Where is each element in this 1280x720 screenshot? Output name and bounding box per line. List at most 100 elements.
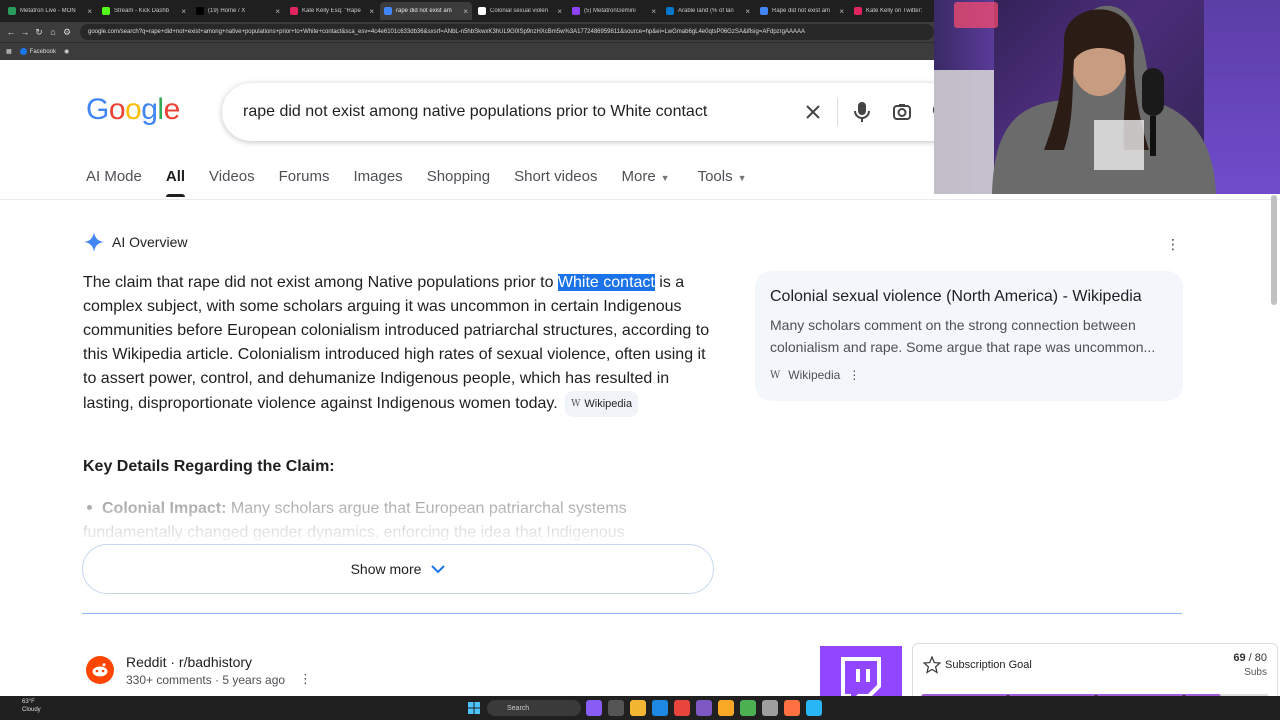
tab-close-icon[interactable]: × xyxy=(275,7,280,16)
taskbar-app-icon[interactable] xyxy=(696,700,712,716)
source-card-title[interactable]: Colonial sexual violence (North America)… xyxy=(770,288,1168,306)
tab-title: Arable land (% of lan xyxy=(678,8,734,14)
taskbar-app-icon[interactable] xyxy=(806,700,822,716)
tab-short-videos[interactable]: Short videos xyxy=(514,168,597,197)
more-options-icon[interactable]: ⋮ xyxy=(848,368,860,382)
forward-icon[interactable]: → xyxy=(18,27,32,37)
search-input[interactable]: rape did not exist among native populati… xyxy=(243,103,793,121)
goal-current: 69 xyxy=(1233,652,1246,664)
tab-favicon-icon xyxy=(572,7,580,15)
tab-images[interactable]: Images xyxy=(353,168,402,197)
reddit-icon xyxy=(86,656,114,684)
tab-all[interactable]: All xyxy=(165,168,186,197)
bookmark-facebook[interactable]: Facebook xyxy=(19,48,56,55)
screen: Metatron Live - MON × Stream - Kick Dashb ×… xyxy=(0,0,1280,720)
logo-letter: o xyxy=(125,93,142,126)
search-box[interactable]: rape did not exist among native populati… xyxy=(222,83,962,141)
source-chip[interactable]: W Wikipedia xyxy=(565,391,639,417)
result-source-name[interactable]: Reddit · r/badhistory xyxy=(126,654,252,670)
tab-close-icon[interactable]: × xyxy=(87,7,92,16)
tab-tools[interactable]: Tools ▼ xyxy=(698,168,747,197)
tab-favicon-icon xyxy=(196,7,204,15)
bullet-marker xyxy=(87,505,92,510)
browser-tab[interactable]: rape did not exist am × xyxy=(380,2,472,20)
tab-forums[interactable]: Forums xyxy=(279,168,330,197)
key-details-heading: Key Details Regarding the Claim: xyxy=(83,458,335,475)
tab-ai-mode[interactable]: AI Mode xyxy=(86,168,142,197)
taskbar-app-icon[interactable] xyxy=(762,700,778,716)
browser-tab[interactable]: Colonial sexual violen × xyxy=(474,2,566,20)
weather-widget[interactable]: 63°F Cloudy xyxy=(22,698,41,714)
header-divider xyxy=(0,199,1280,200)
tab-close-icon[interactable]: × xyxy=(181,7,186,16)
page-scrollbar[interactable] xyxy=(1271,195,1277,305)
ai-overview-text-start: The claim that rape did not exist among … xyxy=(83,274,558,291)
logo-letter: G xyxy=(86,93,109,126)
google-logo[interactable]: Google xyxy=(86,93,180,127)
caret-down-icon: ▼ xyxy=(737,173,747,183)
browser-tab[interactable]: (5) MetatronGemini × xyxy=(568,2,660,20)
bullet-label: Colonial Impact: xyxy=(102,500,227,517)
facebook-icon xyxy=(19,48,27,55)
tab-close-icon[interactable]: × xyxy=(463,7,468,16)
taskbar-app-icon[interactable] xyxy=(674,700,690,716)
browser-tab[interactable]: Arable land (% of lan × xyxy=(662,2,754,20)
browser-tab[interactable]: Kate Kelly Esq: "Rape × xyxy=(286,2,378,20)
tab-videos[interactable]: Videos xyxy=(209,168,255,197)
show-more-label: Show more xyxy=(350,561,422,577)
browser-tab[interactable]: Stream - Kick Dashb × xyxy=(98,2,190,20)
url-field[interactable]: google.com/search?q=rape+did+not+exist+a… xyxy=(80,24,934,40)
ai-overview-header: AI Overview xyxy=(84,232,187,252)
tab-favicon-icon xyxy=(666,7,674,15)
lens-icon[interactable] xyxy=(882,102,922,122)
source-card[interactable]: Colonial sexual violence (North America)… xyxy=(755,271,1183,401)
microphone-icon[interactable] xyxy=(842,101,882,123)
logo-letter: g xyxy=(141,93,158,126)
browser-tab[interactable]: Kate Kelly on Twitter:× xyxy=(850,2,934,20)
star-badge-icon xyxy=(923,656,941,674)
tab-close-icon[interactable]: × xyxy=(839,7,844,16)
windows-taskbar: 63°F Cloudy Search xyxy=(0,696,1280,720)
show-more-button[interactable]: Show more xyxy=(82,544,714,594)
tab-close-icon[interactable]: × xyxy=(651,7,656,16)
taskbar-app-icon[interactable] xyxy=(586,700,602,716)
tab-close-icon[interactable]: × xyxy=(745,7,750,16)
weather-temp: 63°F xyxy=(22,699,35,705)
tab-title: Colonial sexual violen xyxy=(490,8,549,14)
more-options-icon[interactable]: ⋮ xyxy=(299,671,312,687)
windows-start-icon[interactable] xyxy=(468,702,480,714)
taskbar-app-icon[interactable] xyxy=(608,700,624,716)
taskbar-app-icon[interactable] xyxy=(740,700,756,716)
tab-more[interactable]: More ▼ xyxy=(621,168,669,197)
goal-title: Subscription Goal xyxy=(945,659,1032,671)
taskbar-app-icon[interactable] xyxy=(630,700,646,716)
goal-target: / 80 xyxy=(1248,652,1267,664)
taskbar-app-icon[interactable] xyxy=(784,700,800,716)
browser-tab[interactable]: Rape did not exist am × xyxy=(756,2,848,20)
tab-favicon-icon xyxy=(290,7,298,15)
taskbar-app-icon[interactable] xyxy=(718,700,734,716)
site-info-icon[interactable]: ⚙ xyxy=(60,27,74,38)
source-chip-label: Wikipedia xyxy=(584,398,633,410)
tab-favicon-icon xyxy=(760,7,768,15)
taskbar-search[interactable]: Search xyxy=(487,700,581,716)
tab-close-icon[interactable]: × xyxy=(557,7,562,16)
reload-icon[interactable]: ↻ xyxy=(32,27,46,38)
result-meta: 330+ comments · 5 years ago xyxy=(126,673,286,687)
globe-icon[interactable]: ◉ xyxy=(64,48,69,55)
tab-title: (5) MetatronGemini xyxy=(584,8,636,14)
browser-tab-bar: Metatron Live - MON × Stream - Kick Dashb ×… xyxy=(0,0,934,22)
back-icon[interactable]: ← xyxy=(4,27,18,37)
clear-icon[interactable] xyxy=(793,103,833,121)
tab-shopping[interactable]: Shopping xyxy=(427,168,490,197)
browser-tab[interactable]: Metatron Live - MON × xyxy=(4,2,96,20)
more-options-icon[interactable]: ⋮ xyxy=(1166,236,1180,253)
apps-icon[interactable]: ▦ xyxy=(6,48,12,55)
taskbar-app-icon[interactable] xyxy=(652,700,668,716)
home-icon[interactable]: ⌂ xyxy=(46,27,60,37)
source-card-meta: W Wikipedia ⋮ xyxy=(770,368,1168,382)
browser-tab[interactable]: (19) Home / X × xyxy=(192,2,284,20)
ai-overview-title: AI Overview xyxy=(112,234,188,250)
streamer-silhouette xyxy=(934,2,1216,194)
tab-close-icon[interactable]: × xyxy=(369,7,374,16)
